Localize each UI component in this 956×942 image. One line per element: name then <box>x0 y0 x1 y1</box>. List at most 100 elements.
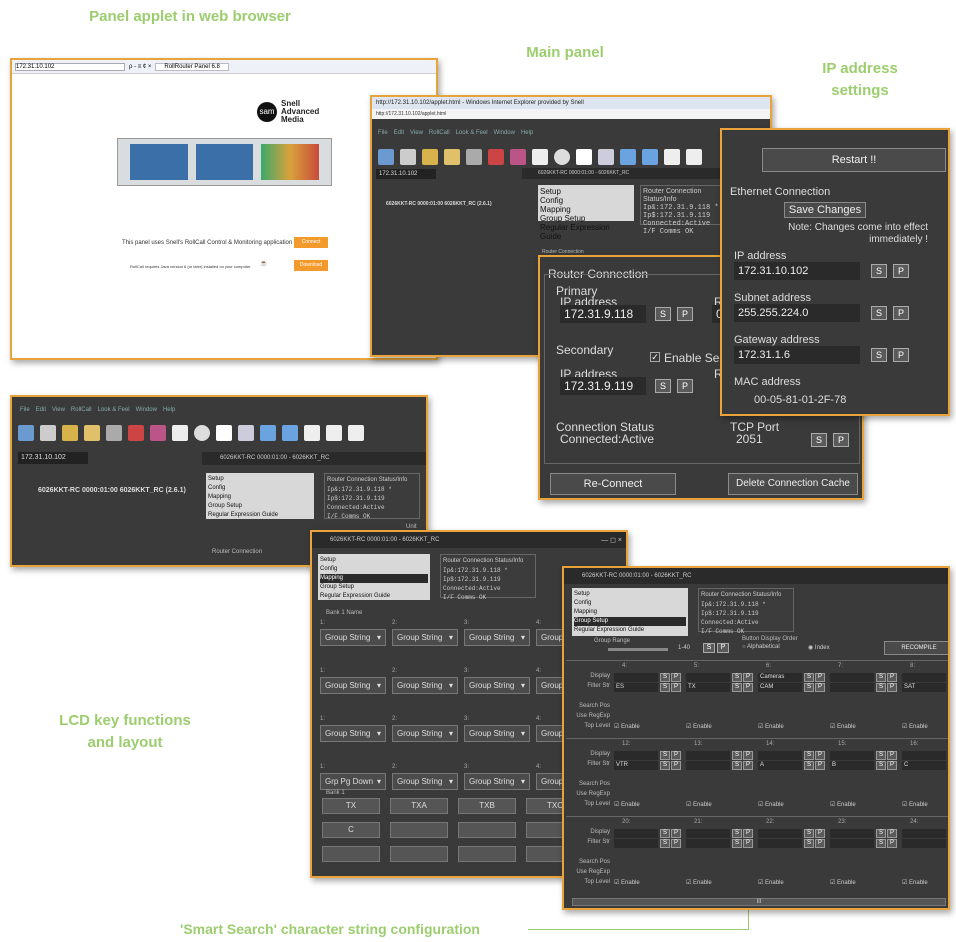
menu-2-look-feel[interactable]: Look & Feel <box>98 403 130 417</box>
nav-regexp-guide[interactable]: Regular Expression Guide <box>540 223 632 241</box>
network-icon-2[interactable] <box>18 425 34 441</box>
smart-filter-field[interactable]: CAM <box>758 683 802 692</box>
lcd-group-select[interactable]: Group String ▾ <box>392 773 458 790</box>
bank-key[interactable]: C <box>322 822 380 838</box>
smart-s-button[interactable]: S <box>804 751 814 760</box>
smart-s-button[interactable]: S <box>948 751 950 760</box>
gateway-field[interactable]: 172.31.1.6 <box>734 346 860 364</box>
smart-s-button[interactable]: S <box>804 839 814 848</box>
smart-enable-checkbox[interactable]: ☑ Enable <box>902 723 928 730</box>
tools-icon-2[interactable] <box>128 425 144 441</box>
database-icon[interactable] <box>422 149 438 165</box>
secondary-s-button[interactable]: S <box>655 379 671 393</box>
nav-2-regexp-guide[interactable]: Regular Expression Guide <box>208 511 312 520</box>
smart-filter-field[interactable] <box>614 839 658 848</box>
device-icon[interactable] <box>400 149 416 165</box>
lcd-group-select[interactable]: Group String ▾ <box>464 725 530 742</box>
smart-p-button[interactable]: P <box>743 829 753 838</box>
subnet-p-button[interactable]: P <box>893 306 909 320</box>
bank-key[interactable] <box>458 846 516 862</box>
document-icon-2[interactable] <box>172 425 188 441</box>
group-range-slider[interactable] <box>608 648 668 651</box>
smart-display-field[interactable] <box>830 673 874 682</box>
lcd-group-select[interactable]: Group String ▾ <box>464 629 530 646</box>
gateway-s-button[interactable]: S <box>871 348 887 362</box>
smart-filter-field[interactable]: ES <box>614 683 658 692</box>
smart-p-button[interactable]: P <box>887 829 897 838</box>
range-s-button[interactable]: S <box>703 643 715 653</box>
main-url-bar[interactable]: http://172.31.10.102/applet.html <box>372 109 770 119</box>
lcd-group-select[interactable]: Group String ▾ <box>392 629 458 646</box>
network-icon[interactable] <box>378 149 394 165</box>
smart-p-button[interactable]: P <box>743 683 753 692</box>
nav-2-group-setup[interactable]: Group Setup <box>208 502 312 511</box>
menu-2-rollcall[interactable]: RollCall <box>71 403 92 417</box>
bank-key[interactable]: TXB <box>458 798 516 814</box>
smart-enable-checkbox[interactable]: ☑ Enable <box>686 801 712 808</box>
nav-2-config[interactable]: Config <box>208 484 312 493</box>
smart-s-button[interactable]: S <box>876 683 886 692</box>
smart-enable-checkbox[interactable]: ☑ Enable <box>758 723 784 730</box>
lcd-window-controls[interactable]: — ◻ × <box>601 536 622 544</box>
secondary-ip-field[interactable]: 172.31.9.119 <box>560 377 646 395</box>
subnet-field[interactable]: 255.255.224.0 <box>734 304 860 322</box>
bank-key[interactable]: TX <box>322 798 380 814</box>
smart-filter-field[interactable]: TX <box>686 683 730 692</box>
wrench-icon[interactable] <box>444 149 460 165</box>
smart-filter-field[interactable] <box>686 761 730 770</box>
smart-s-button[interactable]: S <box>876 761 886 770</box>
info-icon[interactable] <box>554 149 570 165</box>
smart-s-button[interactable]: S <box>732 683 742 692</box>
smart-p-button[interactable]: P <box>743 839 753 848</box>
pencil-icon[interactable] <box>466 149 482 165</box>
recompile-button[interactable]: RECOMPILE <box>884 641 948 655</box>
smart-p-button[interactable]: P <box>671 829 681 838</box>
smart-scrollbar[interactable]: III <box>572 898 946 906</box>
smart-enable-checkbox[interactable]: ☑ Enable <box>758 801 784 808</box>
tcp-p-button[interactable]: P <box>833 433 849 447</box>
main-tree-item[interactable]: 6026KKT-RC 0000:01:00 6026KKT_RC (2.6.1) <box>386 201 492 207</box>
smart-display-field[interactable] <box>758 751 802 760</box>
save-changes-button[interactable]: Save Changes <box>784 202 866 218</box>
window-icon[interactable] <box>664 149 680 165</box>
nav-2-setup[interactable]: Setup <box>208 475 312 484</box>
smart-s-button[interactable]: S <box>660 761 670 770</box>
menu-window[interactable]: Window <box>494 127 515 139</box>
smart-enable-checkbox[interactable]: ☑ Enable <box>830 723 856 730</box>
menu-look-feel[interactable]: Look & Feel <box>456 127 488 139</box>
smart-filter-field[interactable] <box>686 839 730 848</box>
smart-s-button[interactable]: S <box>732 839 742 848</box>
smart-s-button[interactable]: S <box>732 761 742 770</box>
grid-icon[interactable] <box>576 149 592 165</box>
delete-cache-button[interactable]: Delete Connection Cache <box>728 473 858 495</box>
tile-icon[interactable] <box>686 149 702 165</box>
menu-2-edit[interactable]: Edit <box>36 403 46 417</box>
gear-icon-2[interactable] <box>150 425 166 441</box>
lcd-group-select[interactable]: Group String ▾ <box>320 677 386 694</box>
restart-button[interactable]: Restart !! <box>762 148 946 172</box>
lcd-nav-mapping[interactable]: Mapping <box>320 574 428 583</box>
smart-p-button[interactable]: P <box>815 761 825 770</box>
info-icon-2[interactable] <box>194 425 210 441</box>
smart-p-button[interactable]: P <box>887 751 897 760</box>
smart-p-button[interactable]: P <box>815 751 825 760</box>
menu-2-window[interactable]: Window <box>136 403 157 417</box>
smart-display-field[interactable] <box>902 829 946 838</box>
smart-nav-config[interactable]: Config <box>574 599 686 608</box>
smart-s-button[interactable]: S <box>948 673 950 682</box>
smart-nav-group-setup[interactable]: Group Setup <box>574 617 686 626</box>
smart-p-button[interactable]: P <box>815 683 825 692</box>
arrow-right-icon-2[interactable] <box>282 425 298 441</box>
smart-p-button[interactable]: P <box>671 761 681 770</box>
nav-setup[interactable]: Setup <box>540 187 632 196</box>
menu-view[interactable]: View <box>410 127 423 139</box>
smart-p-button[interactable]: P <box>671 839 681 848</box>
range-p-button[interactable]: P <box>717 643 729 653</box>
lcd-group-select[interactable]: Group String ▾ <box>464 773 530 790</box>
primary-ip-field[interactable]: 172.31.9.118 <box>560 305 646 323</box>
menu-2-file[interactable]: File <box>20 403 30 417</box>
smart-display-field[interactable] <box>614 751 658 760</box>
ip-p-button[interactable]: P <box>893 264 909 278</box>
smart-s-button[interactable]: S <box>804 829 814 838</box>
nav-mapping[interactable]: Mapping <box>540 205 632 214</box>
